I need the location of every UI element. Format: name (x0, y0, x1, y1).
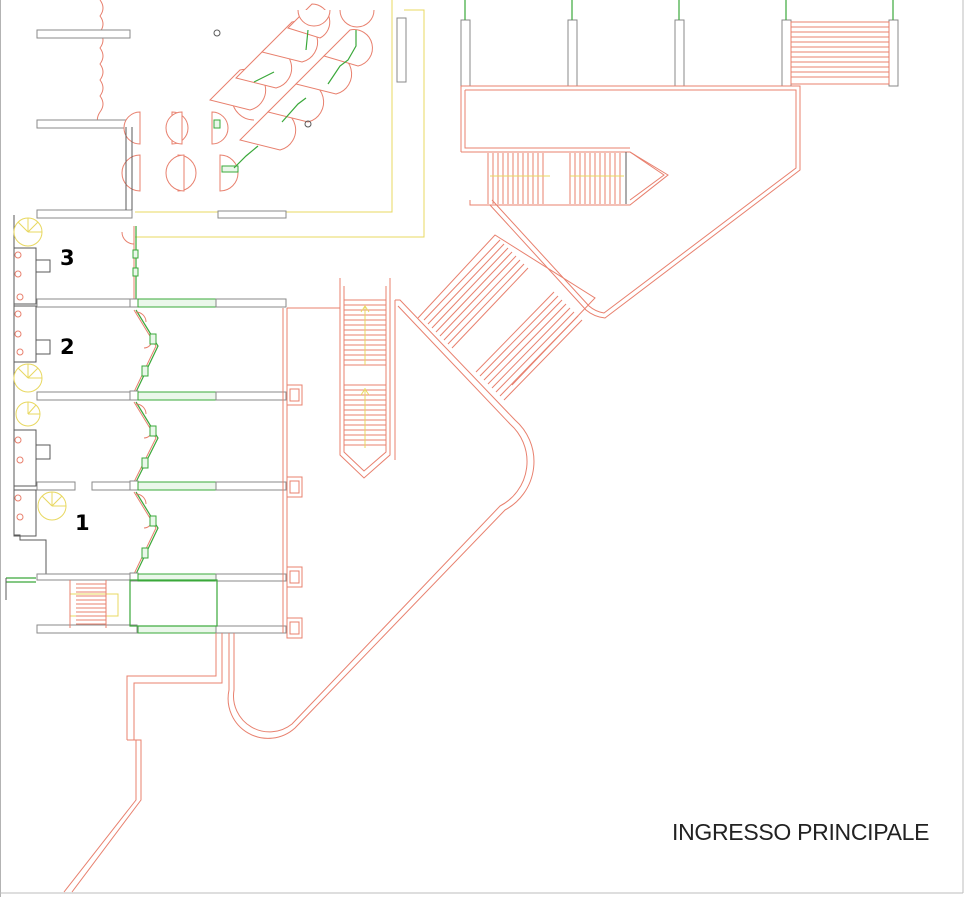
zone-label-2: 2 (60, 335, 75, 359)
page-frame (0, 0, 964, 897)
spiral-stairs (13, 217, 67, 521)
main-walls (63, 299, 535, 893)
top-terrace (460, 0, 899, 319)
zone-label-3: 3 (60, 246, 75, 270)
seat-diagonal-chain (209, 3, 375, 169)
zone-label-1: 1 (75, 511, 90, 535)
diagonal-stairs (417, 234, 596, 401)
center-stair (339, 278, 391, 479)
seating-cluster (36, 0, 375, 192)
seat-row-lower (121, 154, 239, 192)
floor-plan-drawing (0, 0, 964, 897)
service-stair (5, 577, 218, 628)
main-entrance-label: INGRESSO PRINCIPALE (672, 819, 930, 845)
floor-plan-canvas: 3 2 1 INGRESSO PRINCIPALE (0, 0, 970, 897)
cross-beams (129, 298, 287, 634)
left-wing-rooms (5, 127, 287, 634)
